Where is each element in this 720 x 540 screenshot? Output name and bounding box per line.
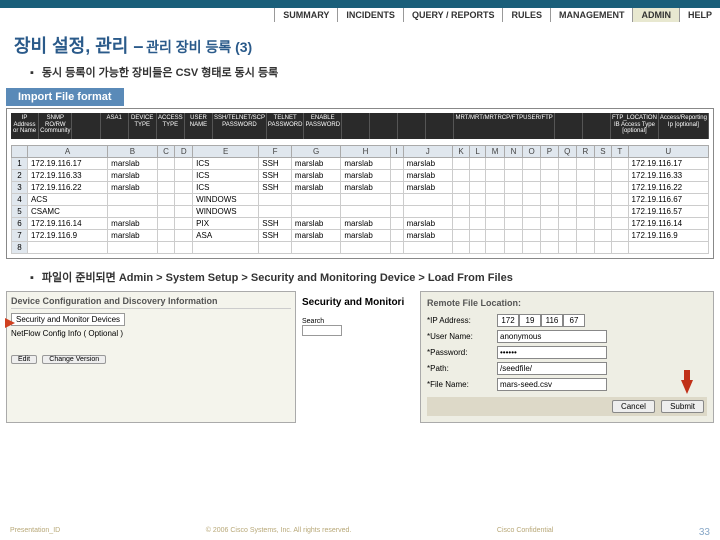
footer: Presentation_ID © 2006 Cisco Systems, In…: [0, 527, 720, 538]
pass-label: *Password:: [427, 348, 497, 357]
tab-rules[interactable]: RULES: [502, 8, 550, 22]
tab-summary[interactable]: SUMMARY: [274, 8, 337, 22]
pass-input[interactable]: [497, 346, 607, 359]
red-arrow-icon: [5, 318, 15, 328]
ip-oct-1[interactable]: [497, 314, 519, 327]
search-input[interactable]: [302, 325, 342, 336]
slide-title: 장비 설정, 관리 – 관리 장비 등록 (3): [0, 24, 720, 60]
tab-admin[interactable]: ADMIN: [632, 8, 679, 22]
file-label: *File Name:: [427, 380, 497, 389]
search-label: Search: [302, 318, 414, 325]
bullet-2: 파일이 준비되면 Admin > System Setup > Security…: [0, 265, 720, 289]
footer-confidential: Cisco Confidential: [497, 527, 553, 538]
right-panel-header: Remote File Location:: [427, 298, 707, 308]
tab-incidents[interactable]: INCIDENTS: [337, 8, 403, 22]
left-panel-header: Device Configuration and Discovery Infor…: [11, 296, 291, 309]
cancel-button[interactable]: Cancel: [612, 400, 655, 413]
table-row: 3172.19.116.22marslabICSSSHmarslabmarsla…: [12, 182, 709, 194]
ip-oct-3[interactable]: [541, 314, 563, 327]
table-row: 8: [12, 242, 709, 254]
table-row: 2172.19.116.33marslabICSSSHmarslabmarsla…: [12, 170, 709, 182]
tab-management[interactable]: MANAGEMENT: [550, 8, 633, 22]
ip-oct-2[interactable]: [519, 314, 541, 327]
import-format-box: IP Address or NameSNMP RO/RW CommunityAS…: [6, 108, 714, 259]
mid-title: Security and Monitori: [302, 297, 414, 308]
footer-left: Presentation_ID: [10, 527, 60, 538]
page-number: 33: [699, 527, 710, 538]
table-row: 7172.19.116.9marslabASASSHmarslabmarslab…: [12, 230, 709, 242]
user-input[interactable]: [497, 330, 607, 343]
tab-help[interactable]: HELP: [679, 8, 720, 22]
table-row: 1172.19.116.17marslabICSSSHmarslabmarsla…: [12, 158, 709, 170]
security-monitor-link[interactable]: Security and Monitor Devices: [11, 313, 125, 326]
file-input[interactable]: [497, 378, 607, 391]
tab-query-reports[interactable]: QUERY / REPORTS: [403, 8, 503, 22]
submit-button[interactable]: Submit: [661, 400, 704, 413]
ip-oct-4[interactable]: [563, 314, 585, 327]
table-row: 6172.19.116.14marslabPIXSSHmarslabmarsla…: [12, 218, 709, 230]
ip-label: *IP Address:: [427, 316, 497, 325]
netflow-link[interactable]: NetFlow Config Info ( Optional ): [11, 329, 291, 338]
change-version-button[interactable]: Change Version: [42, 355, 106, 364]
section-import-label: Import File format: [6, 88, 124, 106]
path-label: *Path:: [427, 364, 497, 373]
remote-file-panel: Remote File Location: *IP Address: *User…: [420, 291, 714, 423]
csv-table: ABCDEFGHIJKLMNOPQRSTU 1172.19.116.17mars…: [11, 145, 709, 254]
import-header-row: IP Address or NameSNMP RO/RW CommunityAS…: [11, 113, 709, 139]
footer-copyright: © 2006 Cisco Systems, Inc. All rights re…: [206, 527, 352, 538]
submit-arrow-icon: [681, 380, 693, 394]
edit-button[interactable]: Edit: [11, 355, 37, 364]
mid-panel: Security and Monitori Search: [298, 291, 418, 423]
title-main: 장비 설정, 관리 –: [14, 36, 143, 56]
user-label: *User Name:: [427, 332, 497, 341]
table-row: 4ACSWINDOWS172.19.116.67: [12, 194, 709, 206]
table-row: 5CSAMCWINDOWS172.19.116.57: [12, 206, 709, 218]
title-sub: 관리 장비 등록 (3): [146, 39, 252, 55]
device-config-panel: Device Configuration and Discovery Infor…: [6, 291, 296, 423]
path-input[interactable]: [497, 362, 607, 375]
bullet-1: 동시 등록이 가능한 장비들은 CSV 형태로 동시 등록: [0, 60, 720, 84]
top-nav-bar: SUMMARYINCIDENTSQUERY / REPORTSRULESMANA…: [0, 0, 720, 24]
